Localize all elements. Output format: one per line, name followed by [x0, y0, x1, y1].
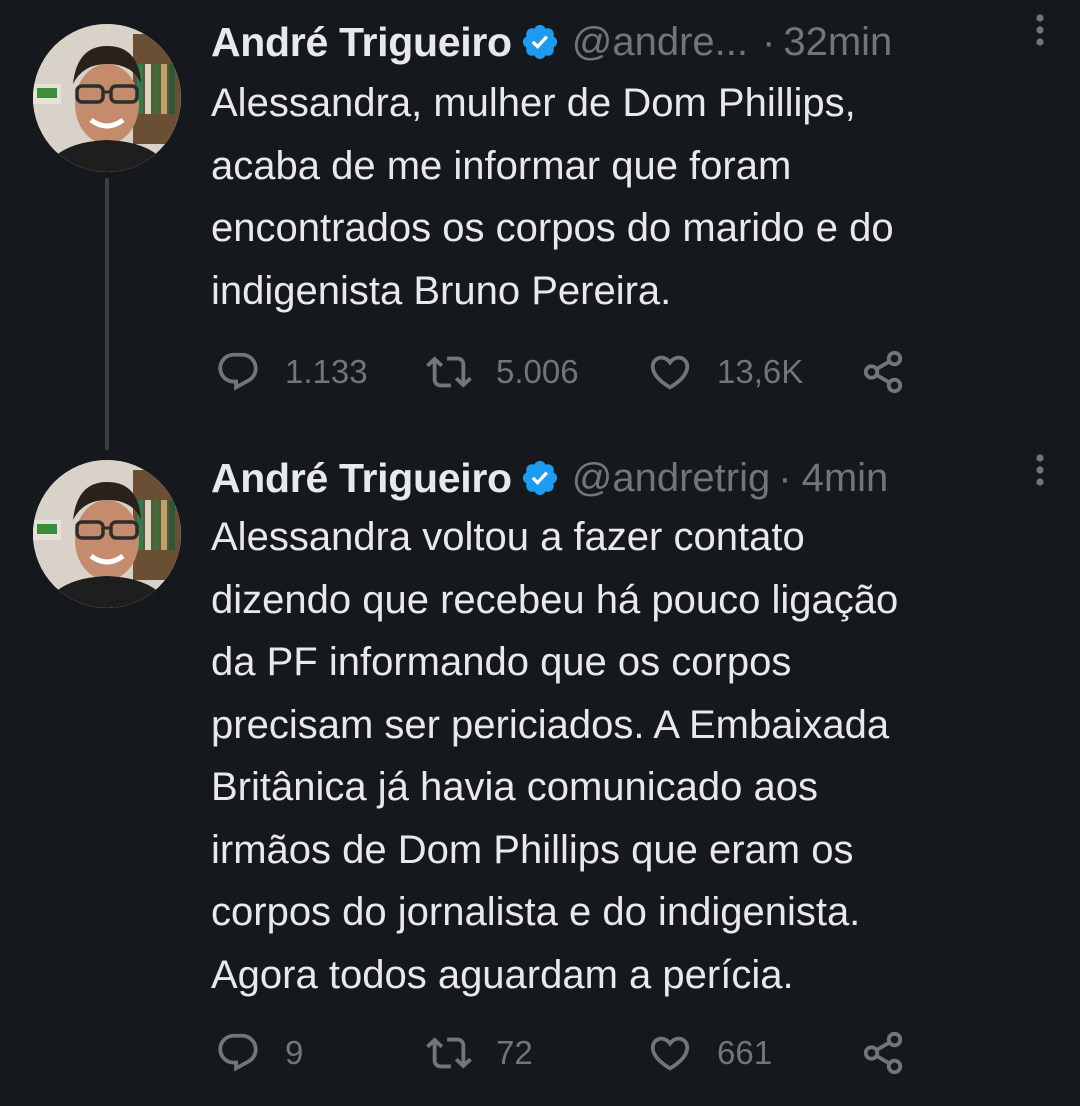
tweet-actions: 1.133 5.006 13,6K [211, 347, 911, 397]
tweet-header: André Trigueiro @andretrig · 4min [211, 448, 1060, 508]
verified-badge-icon [520, 458, 560, 498]
heart-icon [647, 1030, 693, 1076]
reply-button[interactable]: 1.133 [215, 347, 368, 397]
avatar[interactable] [33, 460, 181, 608]
tweet[interactable]: André Trigueiro @andre... · 32min Alessa… [0, 0, 1080, 450]
dot-separator: · [778, 455, 792, 500]
reply-icon [215, 1030, 261, 1076]
share-icon [860, 349, 906, 395]
avatar[interactable] [33, 24, 181, 172]
heart-icon [647, 349, 693, 395]
retweet-button[interactable]: 5.006 [426, 347, 579, 397]
author-handle[interactable]: @andre... [572, 20, 748, 65]
more-options-icon[interactable] [1034, 450, 1046, 490]
like-button[interactable]: 13,6K [647, 347, 803, 397]
reply-button[interactable]: 9 [215, 1028, 303, 1078]
like-count: 13,6K [717, 353, 804, 390]
avatar-photo [33, 460, 181, 608]
retweet-count: 72 [496, 1034, 533, 1071]
timestamp[interactable]: 32min [783, 20, 892, 65]
retweet-count: 5.006 [496, 353, 579, 390]
like-button[interactable]: 661 [647, 1028, 772, 1078]
tweet-text: Alessandra voltou a fazer contato dizend… [211, 515, 899, 997]
author-display-name[interactable]: André Trigueiro [211, 455, 512, 502]
more-options-icon[interactable] [1034, 10, 1046, 50]
share-icon [860, 1030, 906, 1076]
tweet-actions: 9 72 661 [211, 1028, 911, 1078]
like-count: 661 [717, 1034, 773, 1071]
reply-count: 9 [285, 1034, 304, 1071]
tweet-header: André Trigueiro @andre... · 32min [211, 12, 1060, 72]
author-handle[interactable]: @andretrig [572, 456, 770, 501]
avatar-photo [33, 24, 181, 172]
verified-badge-icon [520, 22, 560, 62]
timestamp[interactable]: 4min [802, 456, 889, 501]
retweet-icon [426, 1030, 472, 1076]
author-display-name[interactable]: André Trigueiro [211, 19, 512, 66]
reply-icon [215, 349, 261, 395]
dot-separator: · [762, 19, 776, 64]
tweet[interactable]: André Trigueiro @andretrig · 4min Alessa… [0, 440, 1080, 1106]
share-button[interactable] [860, 1028, 930, 1078]
tweet-text: Alessandra, mulher de Dom Phillips, acab… [211, 81, 894, 313]
reply-count: 1.133 [285, 353, 368, 390]
share-button[interactable] [860, 347, 930, 397]
thread-connector-line [105, 178, 109, 450]
retweet-button[interactable]: 72 [426, 1028, 533, 1078]
retweet-icon [426, 349, 472, 395]
